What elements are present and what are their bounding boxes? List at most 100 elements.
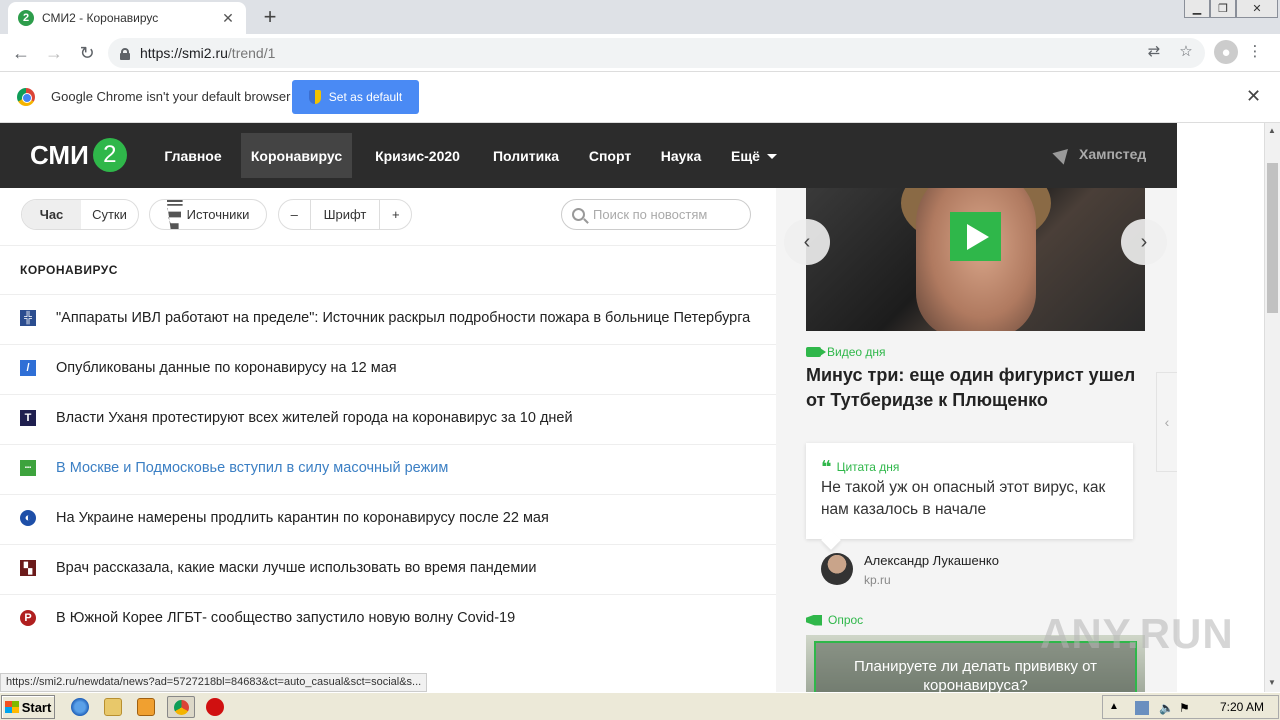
nav-item-main[interactable]: Главное [155, 133, 231, 178]
site-logo[interactable]: СМИ 2 [30, 138, 127, 172]
chevron-down-icon [766, 154, 777, 159]
search-input[interactable]: Поиск по новостям [561, 199, 751, 230]
new-tab-button[interactable]: + [258, 4, 282, 30]
quote-source: kp.ru [864, 573, 891, 587]
ie-icon[interactable] [71, 698, 89, 716]
location-arrow-icon [1052, 143, 1074, 165]
network-icon[interactable] [1135, 701, 1149, 715]
nav-item-science[interactable]: Наука [651, 133, 711, 178]
lock-icon[interactable] [120, 47, 130, 60]
back-arrow-icon[interactable]: ← [9, 41, 33, 65]
quote-author: Александр Лукашенко [864, 553, 999, 568]
sidebar-collapse-tab[interactable]: ‹ [1156, 372, 1177, 472]
sources-label: Источники [186, 207, 250, 222]
news-column: Час Сутки Источники – Шрифт + Поиск по н… [0, 188, 776, 692]
window-close-button[interactable]: ✕ [1236, 0, 1278, 18]
minimize-button[interactable]: ▁ [1184, 0, 1210, 18]
tab-close-icon[interactable]: ✕ [220, 10, 236, 27]
volume-icon[interactable]: 🔈 [1159, 701, 1174, 715]
logo-number: 2 [92, 138, 127, 172]
play-button[interactable] [950, 212, 1001, 261]
url-path: /trend/1 [227, 45, 276, 61]
source-fontanka-icon: ╬ [20, 310, 36, 326]
news-headline[interactable]: Опубликованы данные по коронавирусу на 1… [56, 356, 397, 381]
news-headline[interactable]: На Украине намерены продлить карантин по… [56, 506, 549, 531]
infobar-close-icon[interactable]: ✕ [1246, 86, 1261, 107]
browser-toolbar: ← → ↻ https://smi2.ru/trend/1 ⇄ ☆ ● ⋮ [0, 34, 1280, 72]
scroll-thumb[interactable] [1267, 163, 1278, 313]
megaphone-icon [806, 614, 822, 626]
nav-item-politics[interactable]: Политика [483, 133, 569, 178]
nav-item-more[interactable]: Ещё [721, 133, 787, 178]
page-margin [1177, 123, 1264, 692]
nav-item-coronavirus[interactable]: Коронавирус [241, 133, 352, 178]
video-thumbnail[interactable] [806, 188, 1145, 331]
news-headline[interactable]: "Аппараты ИВЛ работают на пределе": Исто… [56, 306, 750, 331]
font-label: Шрифт [323, 207, 367, 222]
news-list: ╬ "Аппараты ИВЛ работают на пределе": Ис… [0, 294, 776, 644]
folder-icon[interactable] [104, 698, 122, 716]
logo-text: СМИ [30, 139, 89, 170]
news-headline[interactable]: В Южной Корее ЛГБТ- сообщество запустило… [56, 606, 515, 631]
windows-logo-icon [4, 701, 19, 713]
period-toggle: Час Сутки [21, 199, 139, 230]
scroll-down-icon[interactable]: ▼ [1268, 678, 1276, 687]
location-selector[interactable]: Хампстед [1052, 143, 1146, 165]
address-bar[interactable]: https://smi2.ru/trend/1 [108, 38, 1205, 68]
stop-icon[interactable] [206, 698, 224, 716]
browser-tab[interactable]: 2 СМИ2 - Коронавирус ✕ [8, 2, 246, 34]
source-t-icon: T [20, 410, 36, 426]
carousel-next-button[interactable]: › [1121, 219, 1167, 265]
carousel-prev-button[interactable]: ‹ [784, 219, 830, 265]
news-item[interactable]: ▚ Врач рассказала, какие маски лучше исп… [0, 544, 776, 594]
period-day-button[interactable]: Сутки [81, 200, 138, 229]
font-decrease-button[interactable]: – [279, 200, 311, 229]
period-hour-button[interactable]: Час [22, 200, 81, 229]
windows-taskbar: Start ▲ 🔈 ⚑ 7:20 AM [0, 692, 1280, 720]
url-host: https://smi2.ru [140, 45, 228, 61]
media-player-icon[interactable] [137, 698, 155, 716]
news-item[interactable]: T Власти Уханя протестируют всех жителей… [0, 394, 776, 444]
flag-icon[interactable]: ⚑ [1179, 701, 1193, 715]
news-headline[interactable]: Врач рассказала, какие маски лучше испол… [56, 556, 537, 581]
source-p-icon: Р [20, 610, 36, 626]
news-headline[interactable]: В Москве и Подмосковье вступил в силу ма… [56, 456, 448, 481]
site-header: СМИ 2 Главное Коронавирус Кризис-2020 По… [0, 123, 1177, 188]
news-item[interactable]: ╬ "Аппараты ИВЛ работают на пределе": Ис… [0, 294, 776, 344]
page-scrollbar[interactable]: ▲ ▼ [1264, 123, 1280, 692]
news-item[interactable]: / Опубликованы данные по коронавирусу на… [0, 344, 776, 394]
news-item[interactable]: ▪▪▪ В Москве и Подмосковье вступил в сил… [0, 444, 776, 494]
forward-arrow-icon[interactable]: → [42, 41, 66, 65]
filter-bar: Час Сутки Источники – Шрифт + Поиск по н… [0, 188, 776, 246]
video-title[interactable]: Минус три: еще один фигурист ушел от Тут… [806, 363, 1146, 413]
news-item[interactable]: ◐ На Украине намерены продлить карантин … [0, 494, 776, 544]
nav-more-label: Ещё [731, 147, 760, 164]
nav-item-sport[interactable]: Спорт [579, 133, 641, 178]
bookmark-star-icon[interactable]: ☆ [1175, 40, 1197, 62]
nav-item-crisis[interactable]: Кризис-2020 [362, 133, 473, 178]
profile-avatar-icon[interactable]: ● [1214, 40, 1238, 64]
translate-icon[interactable]: ⇄ [1143, 40, 1165, 62]
url-text[interactable]: https://smi2.ru/trend/1 [140, 45, 275, 61]
clock[interactable]: 7:20 AM [1220, 700, 1264, 714]
sources-button[interactable]: Источники [149, 199, 267, 230]
restore-button[interactable]: ❐ [1210, 0, 1236, 18]
status-bar-url: https://smi2.ru/newdata/news?ad=5727218b… [0, 673, 428, 692]
start-button[interactable]: Start [1, 695, 55, 719]
quote-text: Не такой уж он опасный этот вирус, как н… [821, 479, 1106, 518]
reload-icon[interactable]: ↻ [75, 41, 99, 65]
source-globe-icon: ◐ [20, 510, 36, 526]
font-increase-button[interactable]: + [379, 200, 411, 229]
chrome-logo-icon [17, 88, 35, 106]
search-icon [572, 208, 585, 221]
system-tray: ▲ 🔈 ⚑ 7:20 AM [1102, 695, 1279, 719]
tray-expand-icon[interactable]: ▲ [1109, 701, 1123, 715]
set-default-button[interactable]: Set as default [292, 80, 419, 114]
chrome-taskbar-button[interactable] [167, 696, 195, 718]
scroll-up-icon[interactable]: ▲ [1268, 126, 1276, 135]
news-item[interactable]: Р В Южной Корее ЛГБТ- сообщество запусти… [0, 594, 776, 644]
news-headline[interactable]: Власти Уханя протестируют всех жителей г… [56, 406, 573, 431]
search-placeholder: Поиск по новостям [593, 207, 708, 222]
section-title: КОРОНАВИРУС [20, 263, 118, 277]
menu-dots-icon[interactable]: ⋮ [1244, 40, 1266, 62]
